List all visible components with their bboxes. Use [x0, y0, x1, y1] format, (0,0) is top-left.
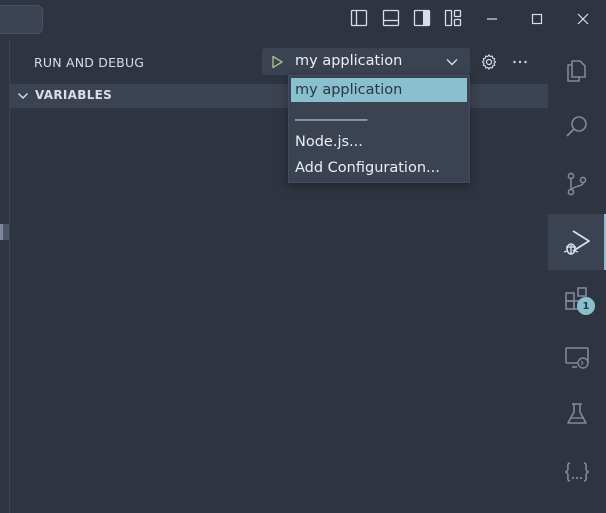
gear-icon[interactable]	[479, 52, 499, 72]
activity-bar: 1	[548, 38, 606, 513]
explorer-icon[interactable]	[548, 42, 606, 98]
testing-icon[interactable]	[548, 386, 606, 442]
extensions-badge: 1	[577, 297, 595, 315]
dropdown-option-my-application[interactable]: my application	[291, 78, 467, 102]
chevron-down-icon	[444, 54, 460, 70]
toggle-secondary-sidebar-icon[interactable]	[412, 8, 432, 28]
ellipsis-icon[interactable]	[510, 52, 530, 72]
dropdown-separator: ──────────	[295, 113, 368, 127]
title-bar	[0, 0, 606, 38]
close-icon[interactable]	[571, 7, 595, 31]
variables-title: VARIABLES	[35, 88, 113, 102]
toggle-primary-sidebar-icon[interactable]	[349, 8, 369, 28]
dropdown-option-add-configuration[interactable]: Add Configuration...	[291, 156, 467, 180]
command-center[interactable]	[0, 5, 43, 34]
extensions-icon[interactable]: 1	[548, 272, 606, 328]
run-and-debug-icon[interactable]	[548, 214, 606, 270]
launch-configuration-label: my application	[295, 53, 403, 69]
minimize-icon[interactable]	[480, 7, 504, 31]
view-title: RUN AND DEBUG	[34, 55, 145, 70]
dropdown-option-nodejs[interactable]: Node.js...	[291, 130, 467, 154]
customize-layout-icon[interactable]	[443, 8, 463, 28]
json-icon[interactable]	[548, 444, 606, 500]
scroll-indicator	[0, 224, 9, 240]
launch-configuration-select[interactable]: my application	[262, 48, 470, 75]
remote-explorer-icon[interactable]	[548, 329, 606, 385]
vscode-window: RUN AND DEBUG my application VARIABLES m…	[0, 0, 606, 513]
source-control-icon[interactable]	[548, 156, 606, 212]
maximize-icon[interactable]	[525, 7, 549, 31]
play-icon[interactable]	[268, 53, 285, 70]
toggle-panel-icon[interactable]	[381, 8, 401, 28]
search-icon[interactable]	[548, 99, 606, 155]
launch-configuration-dropdown: my application ────────── Node.js... Add…	[288, 75, 470, 183]
chevron-down-icon	[15, 88, 31, 104]
